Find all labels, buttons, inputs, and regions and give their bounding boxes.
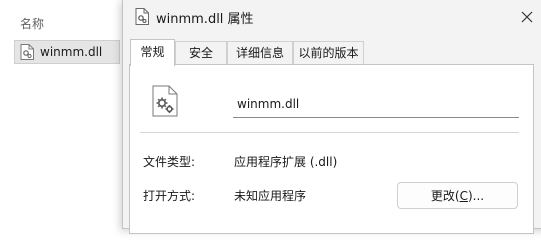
dll-file-icon — [152, 85, 178, 117]
change-button-mnemonic: C — [459, 189, 468, 203]
tab-general[interactable]: 常规 — [130, 39, 175, 66]
properties-dialog: winmm.dll 属性 常规 安全 详细信息 以前的版本 文件类型: 应用程序… — [122, 0, 541, 234]
open-with-value: 未知应用程序 — [234, 189, 307, 203]
tab-details[interactable]: 详细信息 — [227, 41, 293, 64]
dll-file-icon — [20, 44, 34, 60]
file-type-label: 文件类型: — [143, 155, 196, 169]
dialog-title: winmm.dll 属性 — [156, 12, 254, 27]
general-tab-panel: 文件类型: 应用程序扩展 (.dll) 打开方式: 未知应用程序 更改(C)..… — [129, 64, 534, 234]
tab-previous-versions[interactable]: 以前的版本 — [293, 41, 364, 64]
change-button-text: 更改( — [430, 189, 460, 203]
tab-security[interactable]: 安全 — [175, 41, 227, 64]
name-column-header[interactable]: 名称 — [20, 15, 44, 32]
dialog-titlebar[interactable]: winmm.dll 属性 — [123, 0, 541, 34]
dll-file-icon — [135, 8, 149, 25]
change-button-suffix: )... — [467, 189, 485, 203]
file-item-winmm-dll[interactable]: winmm.dll — [14, 40, 120, 64]
change-button[interactable]: 更改(C)... — [397, 182, 518, 209]
divider — [140, 132, 519, 133]
file-item-label: winmm.dll — [40, 45, 103, 59]
file-name-field[interactable] — [233, 90, 519, 118]
file-type-value: 应用程序扩展 (.dll) — [234, 155, 338, 169]
close-icon[interactable] — [518, 8, 536, 26]
open-with-label: 打开方式: — [143, 189, 196, 203]
